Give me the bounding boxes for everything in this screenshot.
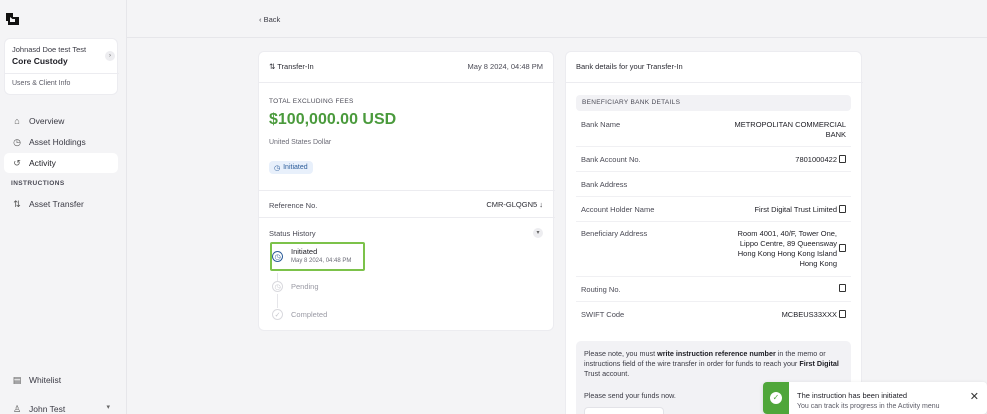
brand-logo[interactable] — [5, 12, 21, 26]
sidebar-item-label: Whitelist — [29, 375, 62, 385]
divider — [5, 73, 119, 74]
row-label: Routing No. — [581, 285, 621, 294]
row-label: Beneficiary Address — [581, 229, 648, 238]
row-label: Bank Name — [581, 120, 621, 129]
holdings-icon: ◷ — [13, 136, 21, 147]
back-link[interactable]: ‹ Back — [259, 15, 280, 24]
check-circle-icon: ✓ — [770, 392, 782, 404]
divider — [259, 190, 555, 191]
divider — [576, 146, 851, 147]
transfer-date: May 8 2024, 04:48 PM — [467, 62, 543, 71]
activity-icon: ↺ — [13, 157, 21, 168]
step-title: Completed — [291, 310, 328, 319]
reference-label: Reference No. — [269, 201, 318, 210]
top-bar — [127, 0, 987, 38]
step-connector — [277, 294, 278, 308]
check-icon: ✓ — [272, 309, 283, 320]
beneficiary-section-header: BENEFICIARY BANK DETAILS — [576, 95, 851, 111]
bank-name-value: METROPOLITAN COMMERCIAL BANK — [734, 120, 846, 139]
copy-icon[interactable] — [839, 244, 846, 252]
users-client-info-link[interactable]: Users & Client Info — [12, 80, 70, 87]
note-action-button[interactable] — [584, 407, 664, 414]
sidebar-item-asset-transfer[interactable]: ⇅ Asset Transfer — [4, 194, 118, 214]
chevron-right-icon[interactable]: › — [105, 51, 115, 61]
status-history-label: Status History — [269, 229, 316, 238]
swift-code-value: MCBEUS33XXX — [781, 310, 837, 319]
sidebar-item-label: Overview — [29, 116, 65, 126]
toast-subtitle: You can track its progress in the Activi… — [797, 403, 940, 410]
status-badge-label: Initiated — [283, 164, 308, 171]
divider — [576, 276, 851, 277]
account-org: Core Custody — [12, 56, 68, 66]
bank-account-value: 7801000422 — [795, 155, 837, 164]
reference-value[interactable]: CMR-GLQGN5 ↓ — [486, 200, 543, 209]
account-holder-value: First Digital Trust Limited — [754, 205, 837, 214]
clock-icon: ◷ — [274, 164, 281, 172]
sidebar-item-label: Activity — [29, 158, 56, 168]
toast-title: The instruction has been initiated — [797, 391, 908, 400]
clock-icon: ◷ — [272, 251, 283, 262]
sidebar-item-overview[interactable]: ⌂ Overview — [4, 111, 118, 131]
divider — [576, 171, 851, 172]
row-label: Bank Account No. — [581, 155, 641, 164]
user-name: John Test — [29, 404, 66, 414]
sidebar-item-label: Asset Transfer — [29, 199, 84, 209]
copy-icon[interactable] — [839, 205, 846, 213]
chevron-down-icon[interactable]: ▾ — [533, 228, 543, 238]
divider — [576, 196, 851, 197]
transfer-card: ⇅ Transfer-In May 8 2024, 04:48 PM TOTAL… — [258, 51, 555, 331]
step-title: Initiated — [291, 247, 318, 256]
toast-notification: ✓ The instruction has been initiated You… — [763, 382, 987, 414]
whitelist-icon: ▤ — [12, 374, 22, 385]
step-date: May 8 2024, 04:48 PM — [291, 258, 352, 264]
note-text: Please note, you must write instruction … — [584, 349, 839, 378]
step-title: Pending — [291, 282, 319, 291]
transfer-title: ⇅ Transfer-In — [269, 62, 314, 71]
total-label: TOTAL EXCLUDING FEES — [269, 98, 354, 105]
divider — [576, 301, 851, 302]
row-label: Bank Address — [581, 180, 628, 189]
sidebar-item-label: Asset Holdings — [29, 137, 86, 147]
transfer-amount: $100,000.00 USD — [269, 111, 397, 128]
account-name: Johnasd Doe test Test — [12, 45, 87, 54]
close-icon[interactable]: ✕ — [970, 390, 979, 403]
currency-name: United States Dollar — [269, 139, 332, 146]
sidebar-item-activity[interactable]: ↺ Activity — [4, 153, 118, 173]
sidebar-item-whitelist[interactable]: ▤ Whitelist — [4, 370, 118, 390]
beneficiary-address-value: Room 4001, 40/F, Tower One, Lippo Centre… — [737, 229, 838, 268]
account-switcher[interactable]: Johnasd Doe test Test Core Custody › Use… — [4, 38, 119, 95]
copy-icon[interactable] — [839, 155, 846, 163]
user-icon: ♙ — [12, 403, 22, 414]
step-connector — [277, 273, 278, 281]
row-label: Account Holder Name — [581, 205, 655, 214]
divider — [576, 221, 851, 222]
user-menu[interactable]: ♙ John Test ▾ — [4, 400, 118, 414]
status-badge: ◷ Initiated — [269, 161, 313, 174]
current-step-highlight — [270, 242, 365, 271]
divider — [566, 82, 863, 83]
bank-details-title: Bank details for your Transfer-In — [576, 62, 683, 71]
sidebar: Johnasd Doe test Test Core Custody › Use… — [0, 0, 127, 414]
divider — [259, 82, 555, 83]
copy-icon[interactable] — [839, 310, 846, 318]
transfer-icon: ⇅ — [13, 198, 21, 209]
home-icon: ⌂ — [14, 116, 20, 126]
send-funds-text: Please send your funds now. — [584, 391, 676, 400]
chevron-down-icon[interactable]: ▾ — [106, 403, 110, 411]
row-label: SWIFT Code — [581, 310, 625, 319]
sidebar-item-asset-holdings[interactable]: ◷ Asset Holdings — [4, 132, 118, 152]
pending-icon: ◷ — [272, 281, 283, 292]
divider — [259, 217, 555, 218]
bank-details-card: Bank details for your Transfer-In BENEFI… — [565, 51, 863, 414]
instructions-section-label: INSTRUCTIONS — [11, 180, 65, 187]
copy-icon[interactable] — [839, 284, 846, 292]
